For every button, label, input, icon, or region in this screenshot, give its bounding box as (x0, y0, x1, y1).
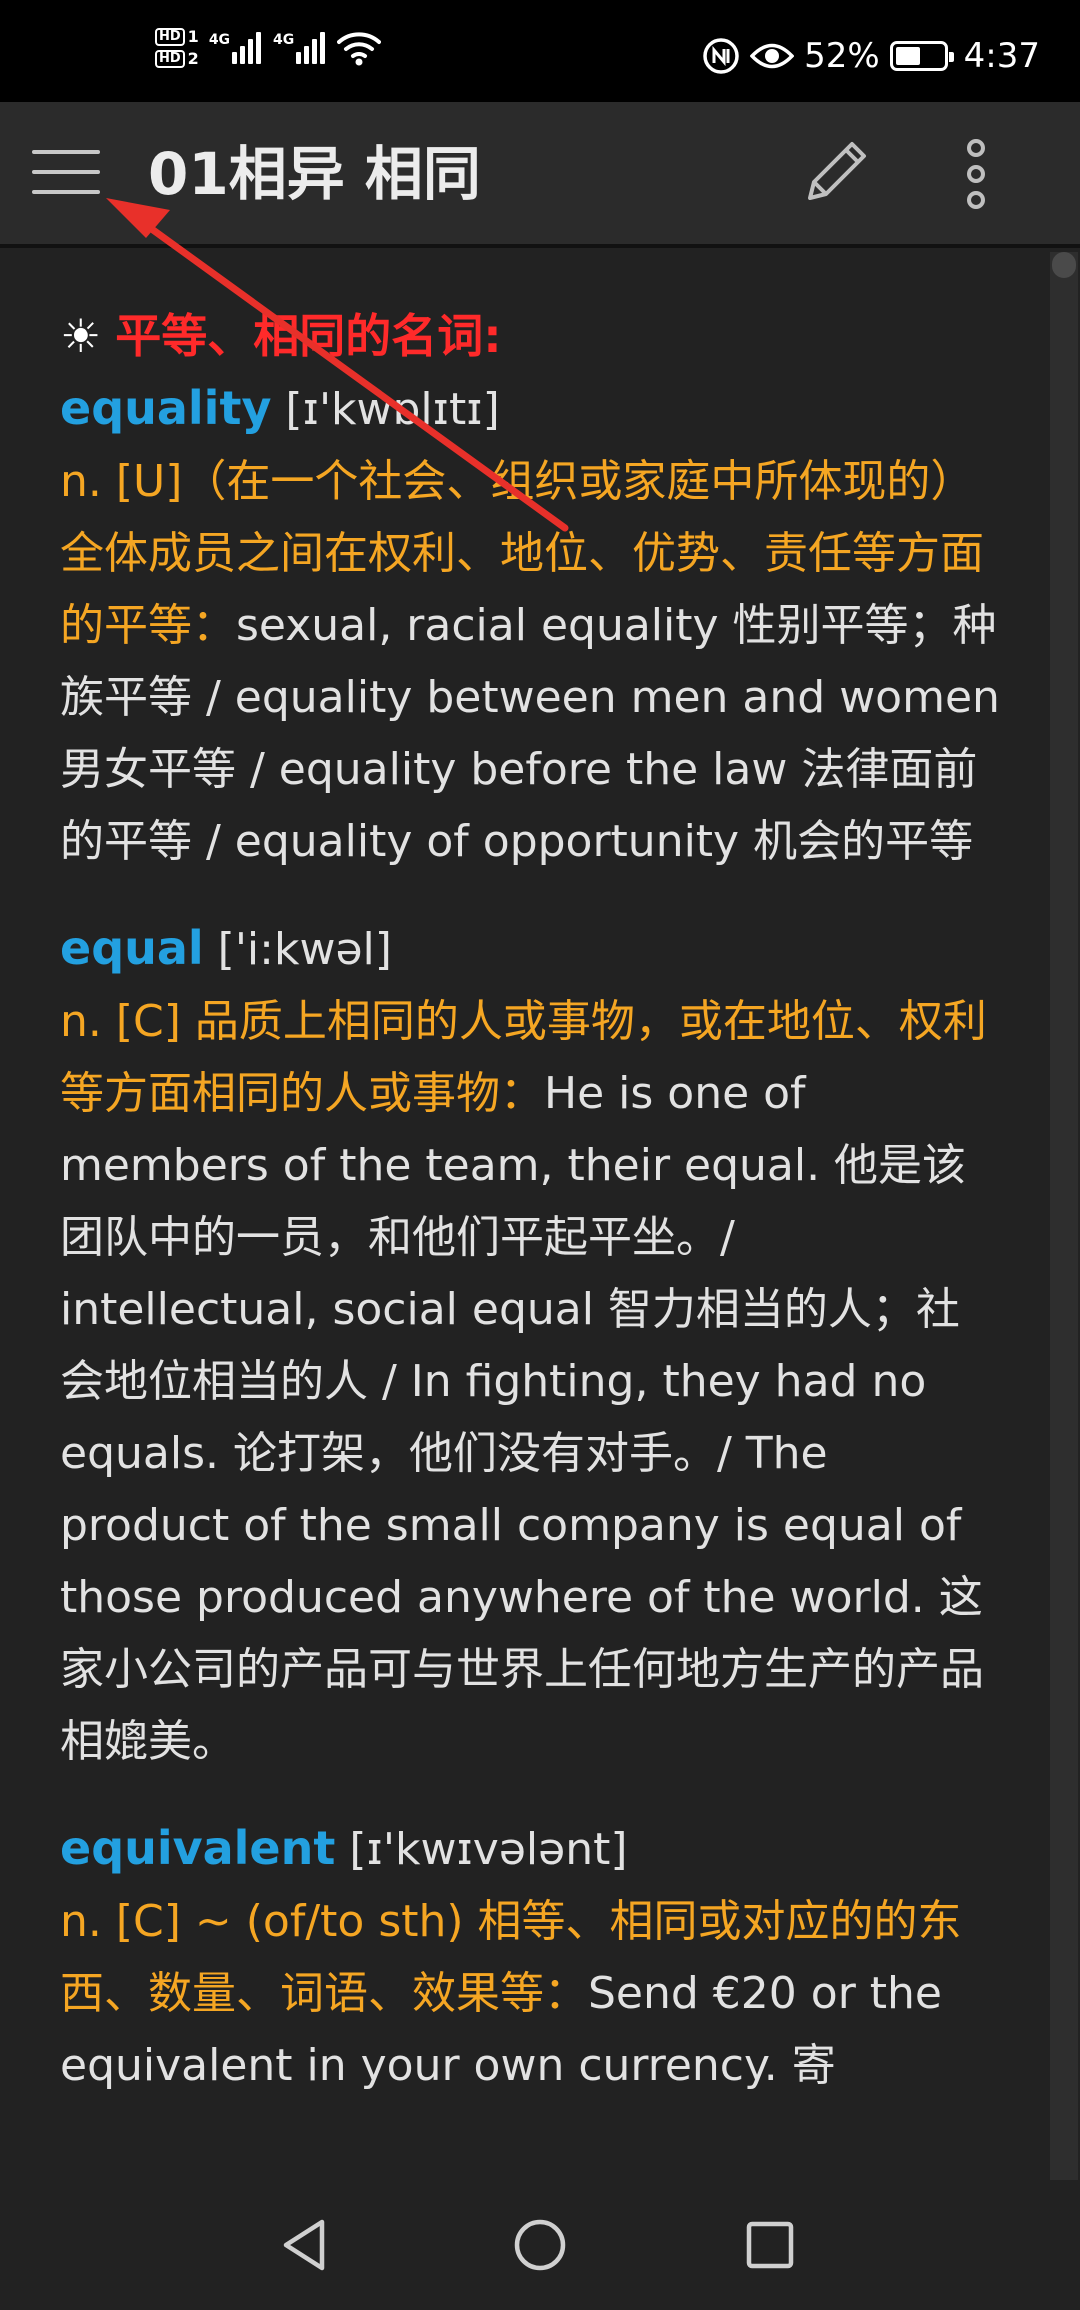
entry-equality: equality [ɪ'kwɒlɪtɪ] n. [U]（在一个社会、组织或家庭中… (60, 372, 1000, 878)
entry-phonetic: [ɪ'kwɒlɪtɪ] (271, 384, 500, 435)
sim2-indicator: HD 2 (155, 50, 199, 68)
clock: 4:37 (963, 36, 1040, 76)
entry-word: equal (60, 921, 204, 975)
status-bar-right: 52% 4:37 (702, 36, 1040, 76)
sim-number: 2 (187, 49, 199, 68)
battery-fill (895, 47, 920, 65)
entry-phonetic: [ɪ'kwɪvələnt] (335, 1824, 628, 1875)
pencil-icon[interactable] (796, 132, 876, 212)
app-screen: HD 1 HD 2 4G 4G 52% 4:37 01相异 相同 ☀ 平等、相同… (0, 0, 1080, 2310)
system-nav-bar (0, 2180, 1080, 2310)
entry-word: equivalent (60, 1821, 336, 1875)
signal-bars-icon (296, 32, 326, 64)
scrollbar-thumb[interactable] (1052, 252, 1076, 278)
network-signal-2: 4G (273, 32, 326, 64)
eye-comfort-icon (750, 43, 795, 69)
hd-badge: HD (155, 50, 185, 68)
app-toolbar: 01相异 相同 (0, 102, 1080, 248)
entry-definition: n. [C] 品质上相同的人或事物，或在地位、权利等方面相同的人或事物： (60, 996, 987, 1119)
network-type-label: 4G (273, 32, 295, 48)
back-triangle-icon[interactable] (270, 2210, 340, 2280)
page-title: 01相异 相同 (148, 140, 481, 208)
entry-equivalent: equivalent [ɪ'kwɪvələnt] n. [C] ~ (of/to… (60, 1812, 1000, 2102)
entry-examples: He is one of members of the team, their … (60, 1068, 984, 1767)
section-heading: ☀ 平等、相同的名词: (60, 300, 1000, 372)
network-signal-1: 4G (208, 32, 262, 64)
sim-indicators: HD 1 HD 2 (155, 28, 199, 68)
network-type-label: 4G (208, 32, 231, 48)
battery-percent: 52% (804, 36, 880, 76)
home-circle-icon[interactable] (505, 2210, 575, 2280)
entry-word: equality (60, 381, 272, 435)
signal-bars-icon (232, 32, 262, 64)
sim1-indicator: HD 1 (155, 28, 199, 46)
recents-square-icon[interactable] (735, 2210, 805, 2280)
section-heading-text: 平等、相同的名词: (115, 309, 502, 363)
wifi-icon (337, 32, 382, 66)
sun-icon: ☀ (60, 309, 102, 363)
entry-equal: equal ['i:kwəl] n. [C] 品质上相同的人或事物，或在地位、权… (60, 912, 1000, 1778)
sim-number: 1 (187, 27, 199, 46)
nfc-icon (703, 38, 739, 74)
entry-phonetic: ['i:kwəl] (203, 924, 392, 975)
status-bar-left: HD 1 HD 2 4G 4G (155, 28, 382, 68)
note-content[interactable]: ☀ 平等、相同的名词: equality [ɪ'kwɒlɪtɪ] n. [U]（在… (60, 248, 1000, 2178)
battery-icon (889, 41, 954, 71)
scrollbar-track[interactable] (1050, 252, 1078, 2192)
more-vert-icon[interactable] (958, 138, 994, 210)
hd-badge: HD (155, 28, 185, 46)
menu-icon[interactable] (30, 146, 102, 198)
status-bar: HD 1 HD 2 4G 4G 52% 4:37 (0, 0, 1080, 102)
